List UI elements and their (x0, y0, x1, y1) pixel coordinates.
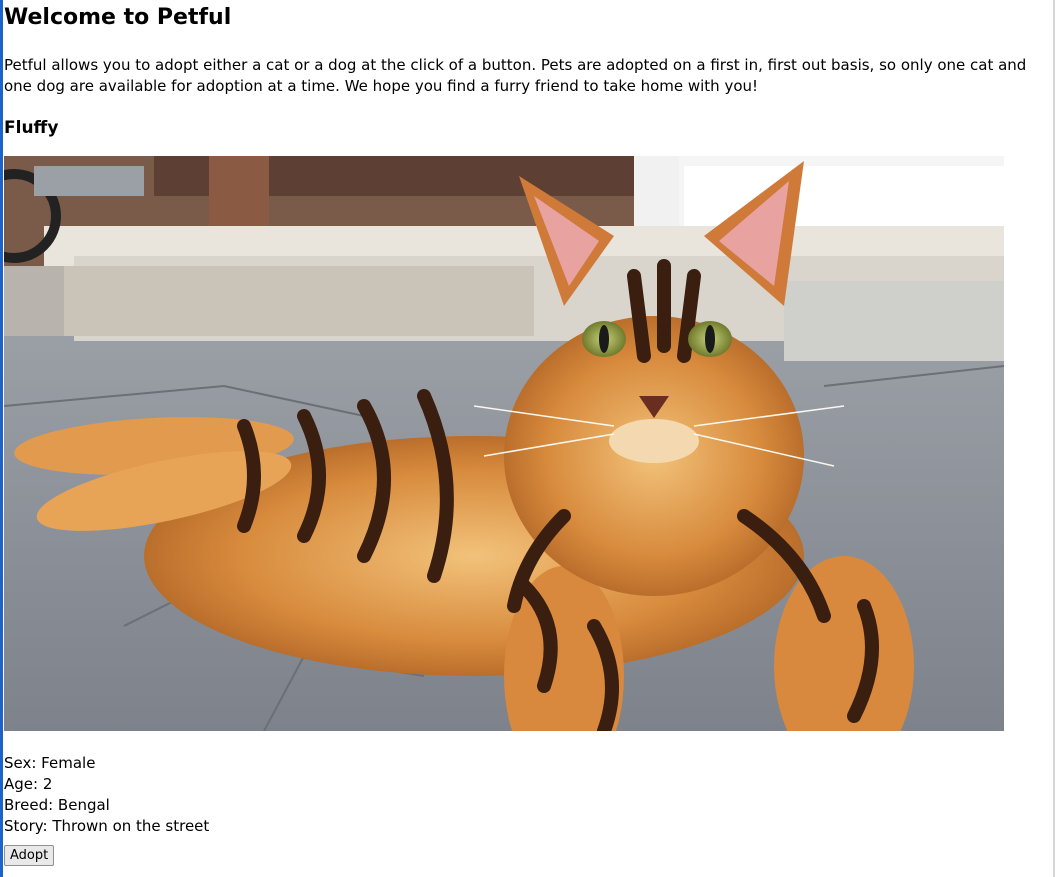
pet-sex: Sex: Female (4, 754, 96, 772)
pet-breed: Breed: Bengal (4, 796, 110, 814)
intro-paragraph: Petful allows you to adopt either a cat … (4, 56, 1027, 95)
pet-age: Age: 2 (4, 775, 53, 793)
pet-name: Fluffy (4, 118, 59, 138)
page-title: Welcome to Petful (4, 5, 232, 30)
pet-story: Story: Thrown on the street (4, 817, 210, 835)
page-content: Welcome to Petful Petful allows you to a… (4, 0, 1052, 866)
window-left-edge (0, 0, 3, 877)
adopt-button[interactable]: Adopt (4, 845, 55, 866)
pet-details: Sex: Female Age: 2 Breed: Bengal Story: … (4, 753, 1052, 837)
pet-photo (4, 156, 1004, 731)
